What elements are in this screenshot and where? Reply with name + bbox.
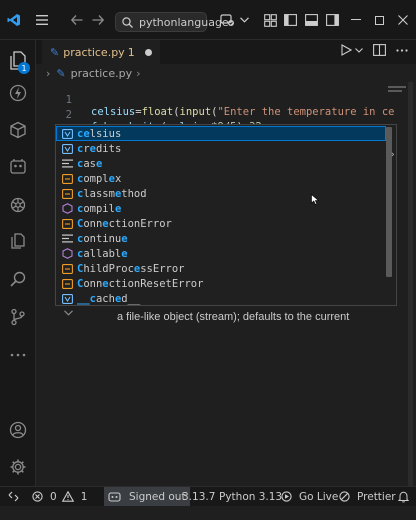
chevron-down-icon[interactable]	[238, 12, 250, 28]
keyword-icon	[59, 159, 75, 168]
vscode-logo-icon	[6, 11, 22, 29]
run-debug-icon[interactable]	[0, 78, 36, 108]
suggest-widget: celsius credits case complex classmethod…	[55, 124, 397, 306]
extensions-icon[interactable]	[0, 152, 36, 182]
tab-problem-count: 1	[127, 45, 135, 59]
keyword-icon	[59, 234, 75, 243]
prettier-status[interactable]: Prettier	[339, 487, 396, 506]
toggle-secondary-sidebar-icon[interactable]	[324, 12, 340, 28]
files-icon[interactable]	[0, 226, 36, 256]
go-live-button[interactable]: Go Live	[281, 487, 338, 506]
search-icon	[122, 16, 133, 28]
class-icon	[59, 278, 75, 289]
activity-bar: 1	[0, 40, 36, 486]
breadcrumb-file[interactable]: practice.py	[71, 67, 132, 80]
function-icon	[59, 248, 75, 259]
error-count: 0	[50, 490, 57, 503]
menu-icon[interactable]	[34, 12, 50, 28]
minimap[interactable]	[386, 82, 408, 122]
function-icon	[59, 203, 75, 214]
class-icon	[59, 218, 75, 229]
editor-tab-bar: ✎ practice.py 1	[36, 40, 416, 64]
breadcrumb-separator: ›	[136, 66, 141, 80]
error-icon	[32, 491, 47, 502]
copilot-icon[interactable]	[218, 12, 236, 28]
copilot-status-icon	[108, 491, 125, 502]
status-bar: 0 1 Signed out 3.13.7 Python 3.13 Go Liv…	[0, 486, 416, 506]
settings-gear-icon[interactable]	[0, 452, 36, 482]
account-icon[interactable]	[0, 415, 36, 445]
warning-icon	[61, 491, 78, 502]
layout-icon[interactable]	[262, 12, 278, 28]
suggestion-item[interactable]: celsius	[56, 126, 386, 141]
search-icon[interactable]	[0, 264, 36, 294]
account-status[interactable]: Signed out	[104, 487, 190, 506]
class-icon	[59, 173, 75, 184]
source-control-icon[interactable]	[0, 302, 36, 332]
command-center-search[interactable]: pythonlanguage	[115, 12, 229, 32]
code-line[interactable]: 1 celsius=float(input("Enter the tempera…	[36, 82, 416, 118]
python-interpreter[interactable]: Python 3.13	[219, 487, 282, 506]
split-editor-icon[interactable]	[373, 44, 386, 56]
python-file-icon: ✎	[56, 66, 66, 80]
close-icon[interactable]	[395, 12, 411, 28]
chevron-down-icon[interactable]	[64, 308, 73, 319]
remote-explorer-icon[interactable]	[0, 115, 36, 145]
chevron-right-icon: ›	[391, 150, 395, 160]
code-editor[interactable]: 1 celsius=float(input("Enter the tempera…	[36, 82, 416, 486]
more-icon[interactable]	[0, 340, 36, 370]
notifications-bell-icon[interactable]	[398, 487, 413, 506]
warning-count: 1	[80, 490, 88, 503]
remote-indicator-icon[interactable]	[8, 487, 23, 506]
bottom-strip	[0, 506, 416, 520]
suggestion-item[interactable]: complex	[56, 171, 386, 186]
breadcrumb-separator: ›	[46, 66, 51, 80]
toggle-sidebar-icon[interactable]	[282, 12, 298, 28]
variable-icon	[59, 293, 75, 304]
suggestion-item[interactable]: compile	[56, 201, 386, 216]
prettier-icon	[339, 491, 354, 502]
toggle-panel-icon[interactable]	[303, 12, 319, 28]
variable-icon	[59, 143, 75, 154]
code-line[interactable]: 2 fahrenheit=(celsius*9/5)+32	[36, 97, 416, 133]
suggestion-item[interactable]: ConnectionError	[56, 216, 386, 231]
breadcrumb: › ✎ practice.py ›	[46, 64, 141, 82]
chatgpt-icon[interactable]	[0, 190, 36, 220]
suggestion-item[interactable]: ChildProcessError	[56, 261, 386, 276]
tab-label: practice.py	[63, 45, 125, 59]
mouse-cursor-icon	[311, 193, 320, 208]
suggestion-item[interactable]: case	[56, 156, 386, 171]
account-label: Signed out	[129, 490, 186, 503]
class-icon	[59, 188, 75, 199]
explorer-badge: 1	[18, 62, 30, 74]
python-version[interactable]: 3.13.7	[182, 487, 215, 506]
suggestion-item[interactable]: continue	[56, 231, 386, 246]
forward-arrow-icon[interactable]	[90, 12, 106, 28]
suggestion-item[interactable]: callable	[56, 246, 386, 261]
prettier-label: Prettier	[357, 490, 396, 503]
search-text: pythonlanguage	[139, 15, 229, 29]
problems-indicator[interactable]: 0 1	[32, 487, 87, 506]
broadcast-icon	[281, 491, 296, 502]
minimize-icon[interactable]	[348, 12, 364, 28]
suggestion-doc-text: a file-like object (stream); defaults to…	[117, 311, 350, 323]
tab-practice-py[interactable]: ✎ practice.py 1	[42, 40, 160, 64]
title-bar: pythonlanguage	[0, 0, 416, 40]
unsaved-dot-icon[interactable]	[144, 48, 152, 56]
suggestion-item[interactable]: credits	[56, 141, 386, 156]
python-file-icon: ✎	[50, 45, 60, 59]
go-live-label: Go Live	[299, 490, 339, 503]
maximize-icon[interactable]	[371, 12, 387, 28]
variable-icon	[59, 128, 75, 139]
more-actions-icon[interactable]	[396, 48, 408, 52]
explorer-icon[interactable]: 1	[0, 46, 36, 76]
suggestion-item[interactable]: ConnectionResetError	[56, 276, 386, 291]
class-icon	[59, 263, 75, 274]
back-arrow-icon[interactable]	[69, 12, 85, 28]
run-dropdown-chevron-icon[interactable]	[355, 47, 363, 53]
suggestion-item[interactable]: classmethod	[56, 186, 386, 201]
suggestion-item[interactable]: __cached__	[56, 291, 386, 305]
run-python-file-icon[interactable]	[341, 44, 352, 56]
editor-scrollbar[interactable]	[408, 82, 413, 486]
